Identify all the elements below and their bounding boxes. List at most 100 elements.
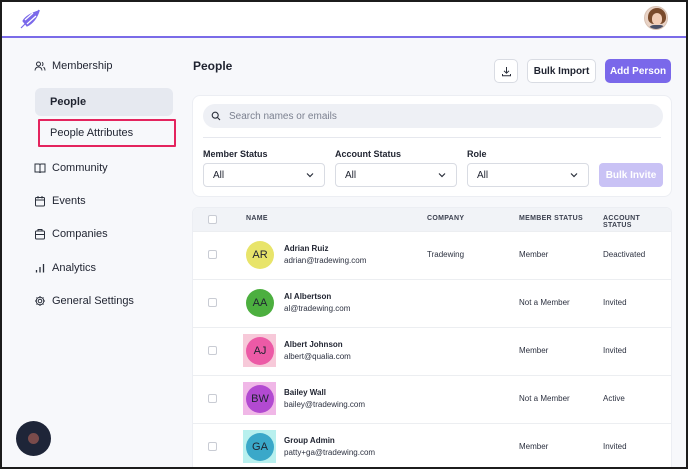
table-row[interactable]: GA Group Admin patty+ga@tradewing.com Membe… <box>193 423 671 467</box>
avatar[interactable]: GA <box>246 433 274 461</box>
building-icon <box>35 229 45 240</box>
divider <box>203 137 661 138</box>
person-name[interactable]: Group Admin <box>284 436 335 445</box>
calendar-icon <box>35 196 45 207</box>
sidebar-item-label: Analytics <box>52 262 97 274</box>
sidebar-item-general-settings[interactable]: General Settings <box>34 295 134 307</box>
role-select[interactable]: All <box>467 163 589 187</box>
filter-label-member-status: Member Status <box>203 149 268 159</box>
member-status-cell: Member <box>519 250 549 259</box>
search-input[interactable] <box>229 110 629 122</box>
page-title: People <box>193 59 233 73</box>
people-table: NAME COMPANY MEMBER STATUS ACCOUNT STATU… <box>192 207 672 467</box>
avatar[interactable]: AR <box>246 241 274 269</box>
download-icon <box>501 66 511 76</box>
person-email: al@tradewing.com <box>284 304 351 313</box>
account-status-cell: Invited <box>603 346 627 355</box>
person-name[interactable]: Bailey Wall <box>284 388 326 397</box>
table-row[interactable]: AJ Albert Johnson albert@qualia.com Member I… <box>193 327 671 375</box>
sidebar-item-label: People <box>50 96 87 108</box>
person-name[interactable]: Adrian Ruiz <box>284 244 328 253</box>
member-status-cell: Not a Member <box>519 298 570 307</box>
sidebar-section-label: Membership <box>52 60 113 72</box>
company-cell: Tradewing <box>427 250 465 259</box>
sidebar-item-events[interactable]: Events <box>34 195 86 207</box>
sidebar: Membership People People Attributes Comm… <box>2 40 182 467</box>
row-checkbox[interactable] <box>208 442 217 451</box>
avatar-initials: GA <box>252 441 268 453</box>
table-row[interactable]: AA Al Albertson al@tradewing.com Not a Memb… <box>193 279 671 327</box>
column-header-name: NAME <box>246 215 268 222</box>
row-checkbox[interactable] <box>208 394 217 403</box>
chevron-down-icon <box>570 173 578 178</box>
avatar[interactable]: AA <box>246 289 274 317</box>
book-icon <box>34 163 46 174</box>
select-value: All <box>213 169 225 181</box>
member-status-cell: Member <box>519 346 549 355</box>
user-avatar[interactable] <box>644 6 668 30</box>
column-header-member-status: MEMBER STATUS <box>519 215 583 222</box>
sidebar-item-label: Companies <box>52 228 108 240</box>
chevron-down-icon <box>306 173 314 178</box>
avatar-initials: BW <box>251 393 269 405</box>
person-email: patty+ga@tradewing.com <box>284 448 376 457</box>
account-status-select[interactable]: All <box>335 163 457 187</box>
account-status-cell: Invited <box>603 298 627 307</box>
person-email: adrian@tradewing.com <box>284 256 367 265</box>
sidebar-item-community[interactable]: Community <box>34 162 108 174</box>
select-value: All <box>345 169 357 181</box>
avatar-initials: AR <box>252 249 268 261</box>
row-checkbox[interactable] <box>208 298 217 307</box>
sidebar-item-label: People Attributes <box>50 127 134 139</box>
sidebar-item-label: Community <box>52 162 108 174</box>
avatar[interactable]: BW <box>246 385 274 413</box>
column-header-account-status: ACCOUNT STATUS <box>603 215 641 229</box>
filter-panel: Member Status All Account Status All Rol… <box>192 95 672 197</box>
row-checkbox[interactable] <box>208 250 217 259</box>
bulk-invite-button[interactable]: Bulk Invite <box>599 163 663 187</box>
row-checkbox[interactable] <box>208 346 217 355</box>
filter-label-role: Role <box>467 149 487 159</box>
leaf-logo-icon[interactable] <box>18 8 42 30</box>
sidebar-section-membership[interactable]: Membership <box>34 60 113 72</box>
table-row[interactable]: BW Bailey Wall bailey@tradewing.com Not a M… <box>193 375 671 423</box>
search-icon <box>211 111 221 121</box>
sidebar-item-people[interactable]: People <box>35 88 173 116</box>
person-name[interactable]: Al Albertson <box>284 292 331 301</box>
select-value: All <box>477 169 489 181</box>
search-bar[interactable] <box>203 104 663 128</box>
app-window: Membership People People Attributes Comm… <box>0 0 688 469</box>
sidebar-item-analytics[interactable]: Analytics <box>34 262 96 274</box>
member-status-cell: Member <box>519 442 549 451</box>
gear-icon <box>35 296 45 306</box>
chat-launcher-icon <box>28 433 39 444</box>
main-content: People Bulk Import Add Person Member Sta… <box>192 40 672 467</box>
column-header-company: COMPANY <box>427 215 465 222</box>
member-status-select[interactable]: All <box>203 163 325 187</box>
add-person-button[interactable]: Add Person <box>605 59 671 83</box>
sidebar-item-companies[interactable]: Companies <box>34 228 108 240</box>
account-status-cell: Invited <box>603 442 627 451</box>
table-header: NAME COMPANY MEMBER STATUS ACCOUNT STATU… <box>193 208 671 231</box>
member-status-cell: Not a Member <box>519 394 570 403</box>
filter-label-account-status: Account Status <box>335 149 402 159</box>
bulk-import-button[interactable]: Bulk Import <box>527 59 596 83</box>
account-status-cell: Active <box>603 394 625 403</box>
account-status-cell: Deactivated <box>603 250 646 259</box>
person-email: bailey@tradewing.com <box>284 400 366 409</box>
users-icon <box>34 61 46 71</box>
download-button[interactable] <box>494 59 518 83</box>
avatar-initials: AA <box>252 297 268 309</box>
bar-chart-icon <box>35 264 45 273</box>
top-bar <box>2 2 686 38</box>
avatar[interactable]: AJ <box>246 337 274 365</box>
chat-launcher-button[interactable] <box>16 421 51 456</box>
sidebar-item-label: Events <box>52 195 86 207</box>
table-row[interactable]: AR Adrian Ruiz adrian@tradewing.com Tradewi… <box>193 231 671 279</box>
sidebar-item-label: General Settings <box>52 295 134 307</box>
avatar-initials: AJ <box>253 345 267 357</box>
select-all-checkbox[interactable] <box>208 215 217 224</box>
person-name[interactable]: Albert Johnson <box>284 340 343 349</box>
sidebar-item-people-attributes[interactable]: People Attributes <box>38 119 176 147</box>
chevron-down-icon <box>438 173 446 178</box>
